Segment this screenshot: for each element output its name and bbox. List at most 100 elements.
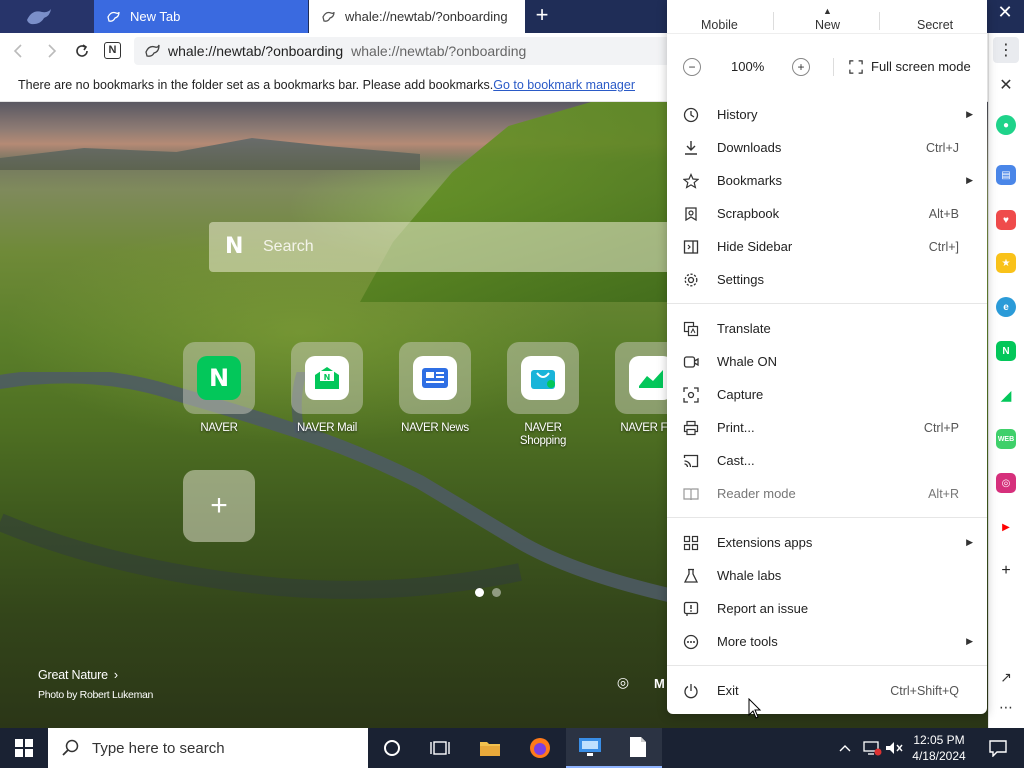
firefox-icon[interactable]: [516, 728, 564, 768]
menu-item-capture[interactable]: Capture: [667, 378, 987, 411]
menu-item-label: Hide Sidebar: [717, 239, 793, 254]
location-icon[interactable]: ◎: [614, 674, 632, 692]
whale-page-icon: [144, 44, 160, 58]
sidebar-youtube-icon[interactable]: ▶: [996, 517, 1016, 537]
main-menu: Mobile ▲ New Secret − 100% + Full screen…: [667, 0, 987, 719]
tile-label: NAVER: [200, 422, 238, 434]
page-dot-2[interactable]: [492, 588, 501, 597]
submenu-arrow-icon: ▶: [966, 175, 973, 185]
whale-logo-area: [0, 0, 94, 33]
forward-button[interactable]: [40, 39, 64, 63]
notepad-icon[interactable]: [614, 728, 662, 768]
chevron-right-icon: ›: [113, 668, 118, 682]
print-icon: [682, 419, 700, 437]
menu-item-extensions-apps[interactable]: Extensions apps ▶: [667, 526, 987, 559]
tab-new-tab[interactable]: New Tab: [94, 0, 308, 33]
url-suggestion: whale://newtab/?onboarding: [351, 43, 527, 59]
start-button[interactable]: [0, 728, 48, 768]
sidebar-more-icon[interactable]: ⋯: [993, 694, 1019, 720]
add-shortcut-button[interactable]: +: [183, 470, 255, 542]
corner-label: M: [654, 676, 665, 691]
menu-item-exit[interactable]: Exit Ctrl+Shift+Q: [667, 674, 987, 707]
network-icon[interactable]: [862, 728, 882, 768]
zoom-in-button[interactable]: +: [792, 58, 810, 76]
search-box[interactable]: N Search: [209, 222, 679, 272]
reload-button[interactable]: [70, 39, 94, 63]
taskbar: Type here to search 12:05 PM 4/18/2024: [0, 728, 1024, 768]
sidebar-instagram-icon[interactable]: ◎: [996, 473, 1016, 493]
tile-naver-mail[interactable]: N NAVER Mail: [291, 342, 363, 435]
mouse-cursor-icon: [748, 698, 762, 719]
menu-item-cast[interactable]: Cast...: [667, 444, 987, 477]
background-caption[interactable]: Great Nature › Photo by Robert Lukeman: [38, 668, 153, 701]
more-tools-icon: [682, 633, 700, 651]
menu-item-shortcut: Ctrl+Shift+Q: [890, 683, 959, 698]
whale-tab-icon: [321, 10, 335, 24]
page-dot-1[interactable]: [475, 588, 484, 597]
task-view-icon[interactable]: [416, 728, 464, 768]
menu-item-bookmarks[interactable]: Bookmarks ▶: [667, 164, 987, 197]
sidebar-naver-mail-icon[interactable]: N: [996, 341, 1016, 361]
menu-item-shortcut: Alt+B: [928, 206, 959, 221]
tile-naver[interactable]: N NAVER: [183, 342, 255, 435]
show-hidden-icons[interactable]: [838, 728, 852, 768]
menu-item-history[interactable]: History ▶: [667, 98, 987, 131]
report-icon: [682, 600, 700, 618]
caption-credit: Photo by Robert Lukeman: [38, 689, 154, 701]
naver-logo-icon: N: [225, 234, 244, 259]
remote-desktop-icon[interactable]: [566, 728, 614, 768]
new-window[interactable]: New: [815, 18, 840, 32]
notification-center-icon[interactable]: [978, 728, 1018, 768]
menu-item-translate[interactable]: Translate: [667, 312, 987, 345]
new-mobile-window[interactable]: Mobile: [701, 18, 738, 32]
history-icon: [682, 106, 700, 124]
tab-onboarding[interactable]: whale://newtab/?onboarding: [309, 0, 525, 33]
menu-window-row: Mobile ▲ New Secret: [667, 0, 987, 34]
sidebar-finance-icon[interactable]: ◢: [996, 385, 1016, 405]
sidebar-pocket-icon[interactable]: ♥: [996, 210, 1016, 230]
menu-item-whale-labs[interactable]: Whale labs: [667, 559, 987, 592]
menu-item-report-an-issue[interactable]: Report an issue: [667, 592, 987, 625]
menu-item-print[interactable]: Print... Ctrl+P: [667, 411, 987, 444]
bookmark-manager-link[interactable]: Go to bookmark manager: [493, 78, 635, 92]
taskbar-search-placeholder: Type here to search: [92, 739, 225, 757]
taskbar-search-input[interactable]: Type here to search: [48, 728, 368, 768]
tile-label: NAVER News: [401, 422, 469, 434]
menu-item-reader-mode: Reader mode Alt+R: [667, 477, 987, 510]
window-close-button[interactable]: ✕: [990, 2, 1020, 26]
menu-item-scrapbook[interactable]: Scrapbook Alt+B: [667, 197, 987, 230]
new-tab-button[interactable]: +: [530, 4, 554, 28]
menu-item-hide-sidebar[interactable]: Hide Sidebar Ctrl+]: [667, 230, 987, 263]
sidebar-close-icon[interactable]: ✕: [993, 72, 1019, 98]
tile-naver-news[interactable]: NAVER News: [399, 342, 471, 435]
volume-icon[interactable]: [884, 728, 904, 768]
menu-item-whale-on[interactable]: Whale ON: [667, 345, 987, 378]
zoom-out-button[interactable]: −: [683, 58, 701, 76]
sidebar-external-link-icon[interactable]: ↗: [993, 664, 1019, 690]
menu-divider: [667, 303, 987, 304]
url-input[interactable]: whale://newtab/?onboarding whale://newta…: [134, 37, 670, 65]
system-clock[interactable]: 12:05 PM 4/18/2024: [906, 732, 972, 764]
cortana-icon[interactable]: [368, 728, 416, 768]
submenu-arrow-icon: ▶: [966, 109, 973, 119]
sidebar-globe-icon[interactable]: e: [996, 297, 1016, 317]
cast-icon: [682, 452, 700, 470]
tile-naver-shopping[interactable]: NAVER Shopping: [507, 342, 579, 448]
menu-item-more-tools[interactable]: More tools ▶: [667, 625, 987, 658]
back-button[interactable]: [6, 39, 30, 63]
sidebar-webtoon-icon[interactable]: WEB: [996, 429, 1016, 449]
sidebar-calendar-icon[interactable]: ▤: [996, 165, 1016, 185]
sidebar-add-icon[interactable]: +: [993, 558, 1019, 584]
fullscreen-button[interactable]: Full screen mode: [849, 59, 971, 74]
download-icon: [682, 139, 700, 157]
plus-icon: +: [210, 489, 228, 522]
sidebar-green-app-icon[interactable]: ●: [996, 115, 1016, 135]
menu-item-downloads[interactable]: Downloads Ctrl+J: [667, 131, 987, 164]
file-explorer-icon[interactable]: [466, 728, 514, 768]
naver-home-button[interactable]: N: [104, 42, 121, 59]
menu-item-label: Report an issue: [717, 601, 809, 616]
sidebar-star-icon[interactable]: ★: [996, 253, 1016, 273]
menu-kebab-button[interactable]: ⋮: [993, 37, 1019, 63]
menu-item-settings[interactable]: Settings: [667, 263, 987, 296]
new-secret-window[interactable]: Secret: [917, 18, 953, 32]
